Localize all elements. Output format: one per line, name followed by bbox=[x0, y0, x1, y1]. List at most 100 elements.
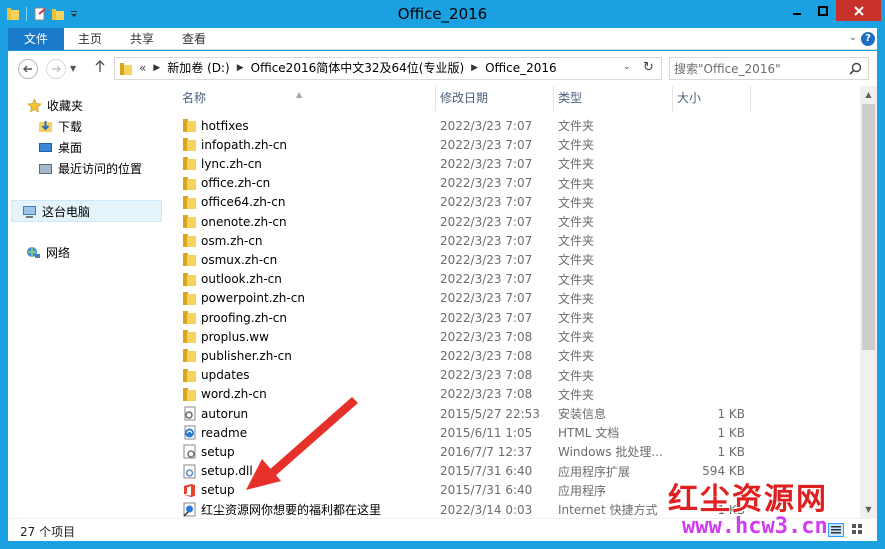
breadcrumb-drive[interactable]: 新加卷 (D:) bbox=[167, 58, 229, 79]
file-date: 2022/3/23 7:07 bbox=[440, 137, 533, 152]
file-row[interactable]: osm.zh-cn 2022/3/23 7:07 文件夹 bbox=[178, 231, 758, 250]
scroll-thumb[interactable] bbox=[862, 104, 875, 350]
file-name-cell: osmux.zh-cn bbox=[178, 252, 436, 268]
file-row[interactable]: office64.zh-cn 2022/3/23 7:07 文件夹 bbox=[178, 193, 758, 212]
search-icon[interactable] bbox=[849, 62, 862, 78]
nav-favorites[interactable]: 收藏夹 bbox=[8, 95, 162, 115]
help-icon[interactable]: ? bbox=[861, 32, 875, 46]
file-name-cell: proofing.zh-cn bbox=[178, 310, 436, 326]
vertical-scrollbar[interactable]: ▲ ▼ bbox=[860, 86, 877, 518]
nav-desktop[interactable]: 桌面 bbox=[8, 137, 162, 157]
column-date[interactable]: 修改日期 bbox=[436, 86, 554, 111]
file-row[interactable]: outlook.zh-cn 2022/3/23 7:07 文件夹 bbox=[178, 270, 758, 289]
details-view-button[interactable] bbox=[828, 523, 844, 537]
computer-icon bbox=[21, 203, 37, 219]
forward-button[interactable] bbox=[46, 59, 66, 79]
recent-places-icon bbox=[37, 160, 53, 176]
scroll-up-button[interactable]: ▲ bbox=[860, 86, 877, 103]
column-size[interactable]: 大小 bbox=[673, 86, 751, 111]
file-row[interactable]: hotfixes 2022/3/23 7:07 文件夹 bbox=[178, 116, 758, 135]
file-type: 文件夹 bbox=[558, 311, 595, 325]
file-type: 文件夹 bbox=[558, 291, 595, 306]
file-name-cell: setup bbox=[178, 444, 436, 460]
chevron-right-icon[interactable]: ▶ bbox=[230, 58, 251, 79]
file-row[interactable]: infopath.zh-cn 2022/3/23 7:07 文件夹 bbox=[178, 135, 758, 154]
breadcrumb-overflow[interactable]: « bbox=[139, 58, 146, 79]
folder-icon bbox=[181, 386, 197, 402]
chevron-right-icon[interactable]: ▶ bbox=[464, 58, 485, 79]
nav-network[interactable]: 网络 bbox=[8, 242, 162, 262]
maximize-button[interactable] bbox=[810, 0, 836, 21]
file-row[interactable]: autorun 2015/5/27 22:53 安装信息 1 KB bbox=[178, 404, 758, 423]
file-row[interactable]: readme 2015/6/11 1:05 HTML 文档 1 KB bbox=[178, 423, 758, 442]
file-type: HTML 文档 bbox=[558, 426, 620, 441]
file-name: proofing.zh-cn bbox=[201, 310, 288, 325]
file-name: lync.zh-cn bbox=[201, 156, 262, 171]
chevron-down-icon[interactable]: ⌄ bbox=[623, 62, 631, 72]
explorer-window: Office_2016 文件 主页 共享 查看 ⌄ ? ▼ « ▶ 新加卷 (D… bbox=[0, 0, 885, 549]
folder-icon bbox=[119, 62, 133, 79]
file-type: 文件夹 bbox=[558, 195, 595, 210]
address-bar[interactable]: « ▶ 新加卷 (D:) ▶ Office2016简体中文32及64位(专业版)… bbox=[114, 57, 662, 80]
breadcrumb-current[interactable]: Office_2016 bbox=[485, 58, 557, 79]
file-list: 名称 ▲ 修改日期 类型 大小 hotfixes 2022/3/23 7:07 文件… bbox=[166, 86, 860, 518]
refresh-icon[interactable]: ↻ bbox=[643, 60, 654, 75]
file-type: 文件夹 bbox=[558, 368, 595, 383]
file-row[interactable]: proplus.ww 2022/3/23 7:08 文件夹 bbox=[178, 327, 758, 346]
file-row[interactable]: office.zh-cn 2022/3/23 7:07 文件夹 bbox=[178, 174, 758, 193]
file-name: setup bbox=[201, 444, 235, 459]
large-icons-view-button[interactable] bbox=[850, 523, 866, 537]
content-area: 收藏夹 下载 桌面 最近访问的位置 这台电脑 网络 名称 ▲ 修改日期 类型 大… bbox=[8, 86, 877, 518]
nav-this-pc[interactable]: 这台电脑 bbox=[11, 200, 162, 222]
back-button[interactable] bbox=[18, 59, 38, 79]
file-date: 2022/3/23 7:07 bbox=[440, 310, 533, 325]
tab-home[interactable]: 主页 bbox=[70, 28, 110, 50]
file-row[interactable]: setup 2016/7/7 12:37 Windows 批处理... 1 KB bbox=[178, 442, 758, 461]
file-row[interactable]: updates 2022/3/23 7:08 文件夹 bbox=[178, 366, 758, 385]
file-row[interactable]: lync.zh-cn 2022/3/23 7:07 文件夹 bbox=[178, 154, 758, 173]
file-type: 文件夹 bbox=[558, 253, 595, 268]
folder-icon bbox=[181, 290, 197, 306]
file-row[interactable]: publisher.zh-cn 2022/3/23 7:08 文件夹 bbox=[178, 346, 758, 365]
file-name-cell: setup.dll bbox=[178, 463, 436, 479]
tab-share[interactable]: 共享 bbox=[122, 28, 162, 50]
scroll-down-button[interactable]: ▼ bbox=[860, 501, 877, 518]
file-row[interactable]: onenote.zh-cn 2022/3/23 7:07 文件夹 bbox=[178, 212, 758, 231]
close-icon bbox=[853, 5, 864, 16]
column-name-label: 名称 bbox=[182, 91, 207, 105]
file-date: 2022/3/23 7:08 bbox=[440, 329, 533, 344]
minimize-button[interactable] bbox=[783, 0, 810, 21]
nav-downloads[interactable]: 下载 bbox=[8, 116, 162, 136]
file-name: publisher.zh-cn bbox=[201, 348, 292, 363]
up-button[interactable] bbox=[94, 59, 106, 77]
file-row[interactable]: proofing.zh-cn 2022/3/23 7:07 文件夹 bbox=[178, 308, 758, 327]
file-name: updates bbox=[201, 368, 250, 383]
tab-view[interactable]: 查看 bbox=[174, 28, 214, 50]
desktop-icon bbox=[37, 139, 53, 155]
chevron-down-icon[interactable]: ⌄ bbox=[849, 32, 857, 43]
file-name-cell: osm.zh-cn bbox=[178, 233, 436, 249]
search-box bbox=[669, 57, 869, 80]
close-button[interactable] bbox=[836, 0, 881, 21]
file-date: 2022/3/23 7:08 bbox=[440, 348, 533, 363]
file-type: 文件夹 bbox=[558, 272, 595, 287]
file-date: 2022/3/23 7:07 bbox=[440, 195, 533, 210]
star-icon bbox=[26, 97, 42, 113]
nav-recent-places[interactable]: 最近访问的位置 bbox=[8, 158, 162, 178]
nav-downloads-label: 下载 bbox=[58, 119, 83, 134]
file-name: infopath.zh-cn bbox=[201, 137, 288, 152]
file-row[interactable]: osmux.zh-cn 2022/3/23 7:07 文件夹 bbox=[178, 250, 758, 269]
file-name-cell: lync.zh-cn bbox=[178, 156, 436, 172]
column-type[interactable]: 类型 bbox=[554, 86, 673, 111]
chevron-right-icon[interactable]: ▶ bbox=[146, 58, 167, 79]
tab-file[interactable]: 文件 bbox=[8, 28, 64, 50]
breadcrumb-office2016-parent[interactable]: Office2016简体中文32及64位(专业版) bbox=[251, 58, 464, 79]
folder-icon bbox=[181, 175, 197, 191]
file-row[interactable]: powerpoint.zh-cn 2022/3/23 7:07 文件夹 bbox=[178, 289, 758, 308]
file-row[interactable]: word.zh-cn 2022/3/23 7:08 文件夹 bbox=[178, 385, 758, 404]
recent-locations-dropdown[interactable]: ▼ bbox=[70, 64, 76, 73]
file-name-cell: publisher.zh-cn bbox=[178, 348, 436, 364]
search-input[interactable] bbox=[674, 60, 844, 77]
file-date: 2022/3/23 7:07 bbox=[440, 272, 533, 287]
column-name[interactable]: 名称 ▲ bbox=[178, 86, 436, 111]
